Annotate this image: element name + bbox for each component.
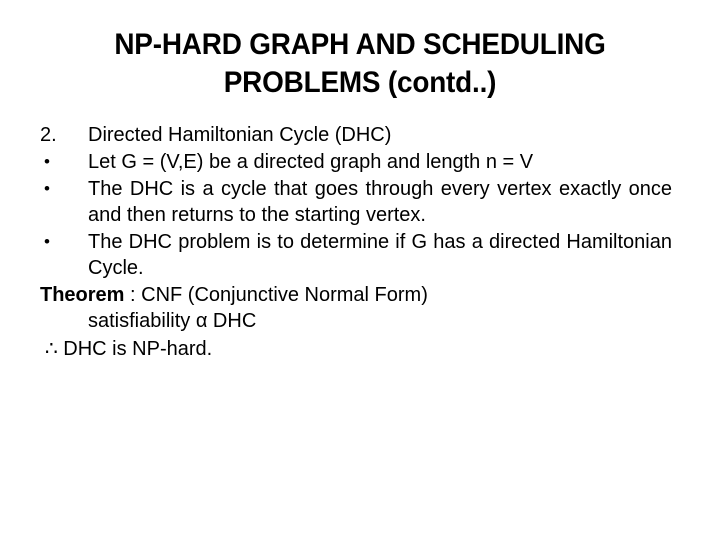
list-item: 2. Directed Hamiltonian Cycle (DHC) (40, 122, 672, 148)
conclusion-text: ∴ DHC is NP-hard. (45, 338, 213, 360)
bullet-icon: • (44, 179, 50, 198)
bullet-icon: • (44, 232, 50, 251)
theorem-statement: Theorem : CNF (Conjunctive Normal Form) … (40, 282, 672, 334)
slide: NP-HARD GRAPH AND SCHEDULING PROBLEMS (c… (0, 0, 720, 540)
theorem-label: Theorem (40, 284, 125, 306)
slide-title: NP-HARD GRAPH AND SCHEDULING PROBLEMS (c… (0, 26, 720, 102)
list-item-text: Let G = (V,E) be a directed graph and le… (88, 151, 534, 173)
list-item-text: The DHC is a cycle that goes through eve… (88, 178, 672, 226)
bullet-icon: • (44, 152, 50, 171)
list-item-text: The DHC problem is to determine if G has… (88, 231, 672, 279)
list-item-text: Directed Hamiltonian Cycle (DHC) (88, 124, 392, 146)
theorem-continuation: satisfiability α DHC (88, 310, 257, 332)
theorem-text: : CNF (Conjunctive Normal Form) (124, 284, 428, 306)
list-item-number: 2. (40, 124, 57, 146)
slide-body: 2. Directed Hamiltonian Cycle (DHC) • Le… (40, 122, 672, 362)
list-item: • Let G = (V,E) be a directed graph and … (40, 149, 672, 175)
list-item: • The DHC problem is to determine if G h… (40, 229, 672, 281)
list-item: • The DHC is a cycle that goes through e… (40, 176, 672, 228)
title-line-1: NP-HARD GRAPH AND SCHEDULING (114, 28, 606, 61)
title-line-2: PROBLEMS (contd..) (223, 66, 497, 99)
